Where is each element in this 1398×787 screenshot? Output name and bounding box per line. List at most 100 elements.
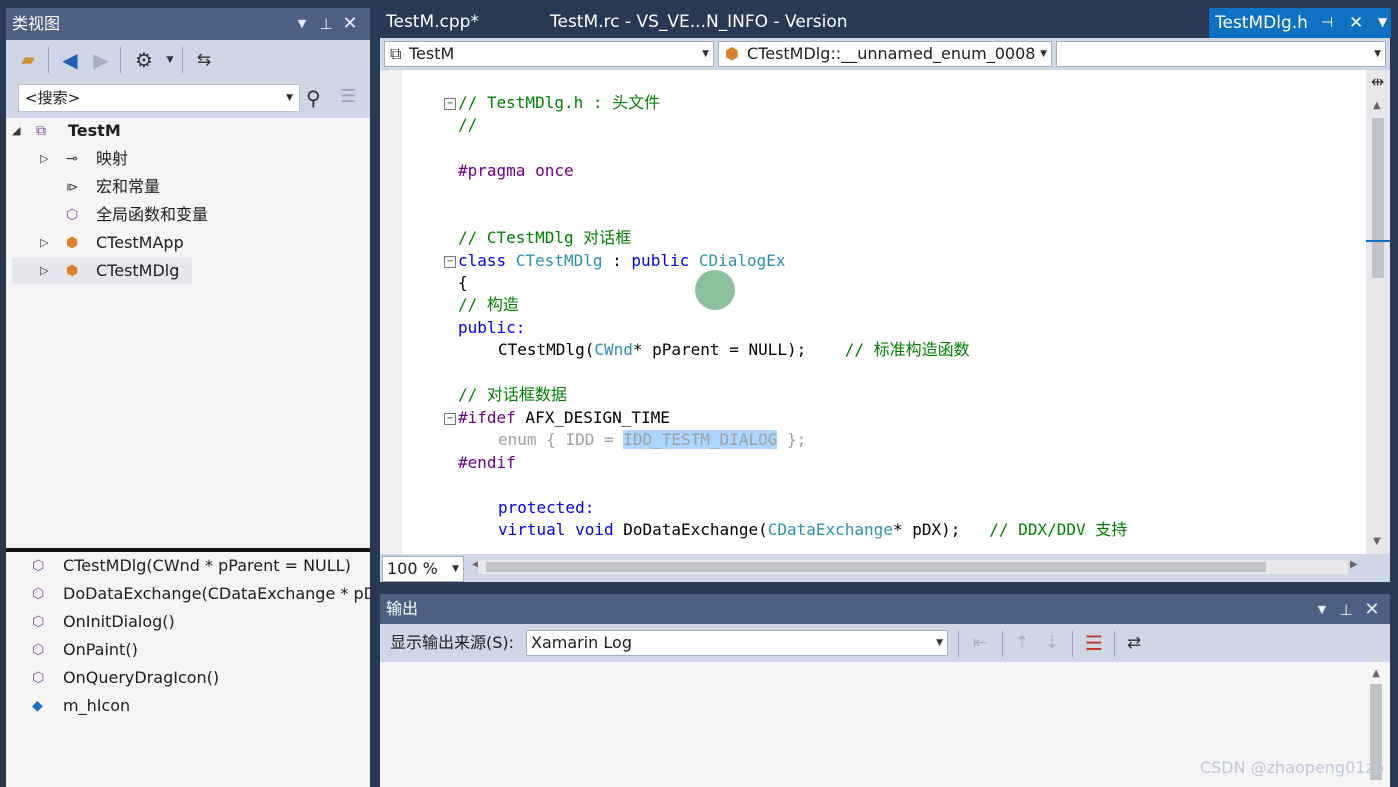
class-view-title: 类视图 xyxy=(12,14,61,33)
class-icon: ⬢ xyxy=(66,263,79,279)
pin-icon[interactable]: ⊥ xyxy=(316,8,336,40)
member-label: OnInitDialog() xyxy=(63,612,175,631)
code-line-protected: protected: xyxy=(498,498,595,517)
horizontal-scrollbar[interactable] xyxy=(478,560,1348,574)
chevron-down-icon[interactable]: ▼ xyxy=(452,557,459,581)
code-text: * pParent = NULL); xyxy=(632,340,807,359)
code-text: CTestMDlg( xyxy=(498,340,595,359)
collapsed-triangle-icon[interactable]: ▷ xyxy=(40,230,48,256)
class-view-titlebar: 类视图 ▼ ⊥ ✕ xyxy=(6,8,370,40)
class-hierarchy-icon[interactable]: ⇆ xyxy=(192,48,216,72)
editor-status-strip: 100 % ▼ ◀ ▶ xyxy=(380,554,1390,582)
collapsed-triangle-icon[interactable]: ▷ xyxy=(40,146,48,172)
active-tab-label: TestMDlg.h xyxy=(1215,13,1308,33)
chevron-down-icon[interactable]: ▼ xyxy=(702,42,709,66)
output-titlebar: 输出 ▼ ⊥ ✕ xyxy=(380,594,1390,624)
code-line-brace: { xyxy=(458,273,468,292)
member-label: m_hIcon xyxy=(63,696,131,715)
fold-toggle-icon[interactable]: − xyxy=(444,256,456,268)
chevron-down-icon[interactable]: ▼ xyxy=(936,631,943,655)
caret-position-marker xyxy=(1366,240,1390,242)
word-wrap-icon[interactable]: ⇄ xyxy=(1122,631,1146,655)
close-tab-icon[interactable]: ✕ xyxy=(1349,8,1363,38)
split-editor-icon[interactable]: ⇹ xyxy=(1371,72,1384,91)
scroll-down-icon[interactable]: ▼ xyxy=(1373,536,1381,547)
tab-testm-rc[interactable]: TestM.rc - VS_VE...N_INFO - Version xyxy=(550,6,848,38)
code-text: enum { IDD = xyxy=(498,430,624,449)
forward-icon[interactable]: ▶ xyxy=(89,48,113,72)
project-dropdown[interactable]: ⧉ TestM ▼ xyxy=(384,41,714,67)
settings-gear-icon[interactable]: ⚙ xyxy=(132,48,156,72)
scroll-up-icon[interactable]: ▲ xyxy=(1373,100,1381,111)
code-keyword: virtual void xyxy=(498,520,614,539)
search-input[interactable]: <搜索> ▼ xyxy=(18,84,300,112)
code-keyword: public xyxy=(631,251,690,270)
scroll-up-icon[interactable]: ▲ xyxy=(1372,668,1380,679)
new-folder-icon[interactable]: ▰ xyxy=(16,48,40,72)
expanded-triangle-icon[interactable]: ◢ xyxy=(12,118,20,144)
tree-item-label: CTestMApp xyxy=(96,233,184,252)
code-line-comment-data: // 对话框数据 xyxy=(458,385,567,404)
search-options-icon[interactable]: ☰ xyxy=(340,86,356,107)
clear-all-icon[interactable]: ☰ xyxy=(1082,631,1106,655)
chevron-down-icon[interactable]: ▼ xyxy=(1374,42,1381,66)
code-line-pragma: #pragma once xyxy=(458,161,574,180)
code-line-enum: enum { IDD = IDD_TESTM_DIALOG }; xyxy=(498,429,806,451)
fold-toggle-icon[interactable]: − xyxy=(444,413,456,425)
macro-icon: ⧐ xyxy=(66,180,78,194)
zoom-value: 100 % xyxy=(387,559,438,578)
scrollbar-thumb[interactable] xyxy=(486,562,1266,572)
document-tabs: TestM.cpp* TestM.rc - VS_VE...N_INFO - V… xyxy=(380,6,1398,38)
next-message-icon[interactable]: ⇣ xyxy=(1040,631,1064,655)
code-type: CTestMDlg xyxy=(515,251,603,270)
back-icon[interactable]: ◀ xyxy=(58,48,82,72)
scope-dropdown[interactable]: ⬢ CTestMDlg::__unnamed_enum_0008 ▼ xyxy=(718,41,1052,67)
vertical-scrollbar[interactable]: ⇹ ▲ ▼ xyxy=(1366,70,1390,554)
tab-testm-cpp[interactable]: TestM.cpp* xyxy=(386,6,479,38)
project-icon: ⧉ xyxy=(36,123,46,139)
tab-overflow-icon[interactable]: ▼ xyxy=(1378,6,1387,38)
key-icon: ⊸ xyxy=(66,151,78,167)
code-editor[interactable]: − // TestMDlg.h : 头文件 // #pragma once //… xyxy=(380,70,1390,554)
code-selected-text: IDD_TESTM_DIALOG xyxy=(623,430,778,449)
zoom-dropdown[interactable]: 100 % ▼ xyxy=(382,556,464,582)
tree-item-label: 宏和常量 xyxy=(96,177,161,196)
pin-icon[interactable]: ⊣ xyxy=(1321,8,1333,38)
protected-method-icon: ⬡ xyxy=(32,642,45,658)
output-title: 输出 xyxy=(386,599,419,618)
tab-testmdlg-h[interactable]: TestMDlg.h ⊣ ✕ xyxy=(1209,8,1391,38)
code-line-comment-class: // CTestMDlg 对话框 xyxy=(458,228,632,247)
scope-dropdown-value: CTestMDlg::__unnamed_enum_0008 xyxy=(747,44,1036,63)
previous-message-icon[interactable]: ⇡ xyxy=(1010,631,1034,655)
output-source-dropdown[interactable]: Xamarin Log ▼ xyxy=(526,630,948,656)
chevron-down-icon[interactable]: ▼ xyxy=(1040,42,1047,66)
scrollbar-thumb[interactable] xyxy=(1372,118,1384,278)
settings-dropdown-icon[interactable]: ▼ xyxy=(158,48,182,72)
tree-item-label: TestM xyxy=(68,121,121,140)
member-label: OnPaint() xyxy=(63,640,138,659)
close-icon[interactable]: ✕ xyxy=(340,8,360,40)
goto-message-icon[interactable]: ⇤ xyxy=(968,631,992,655)
code-line-class-decl: class CTestMDlg : public CDialogEx xyxy=(458,250,786,272)
member-label: CTestMDlg(CWnd * pParent = NULL) xyxy=(63,556,351,575)
dropdown-icon[interactable]: ▼ xyxy=(292,8,312,40)
class-view-search-bar: <搜索> ▼ ⚲ ☰ xyxy=(6,80,370,118)
pin-icon[interactable]: ⊥ xyxy=(1336,594,1356,626)
class-view-toolbar: ▰ ◀ ▶ ⚙ ▼ ⇆ xyxy=(6,40,370,80)
class-icon: ⬢ xyxy=(66,235,79,251)
collapsed-triangle-icon[interactable]: ▷ xyxy=(40,258,48,284)
editor-gutter xyxy=(380,70,402,554)
scroll-right-icon[interactable]: ▶ xyxy=(1350,559,1358,570)
code-line-1: // TestMDlg.h : 头文件 xyxy=(458,93,661,112)
search-icon[interactable]: ⚲ xyxy=(306,86,321,110)
code-keyword: class xyxy=(458,251,507,270)
tree-item-ctestmdlg[interactable]: ▷ ⬢ CTestMDlg xyxy=(12,258,192,284)
member-label: OnQueryDragIcon() xyxy=(63,668,220,687)
chevron-down-icon[interactable]: ▼ xyxy=(286,85,293,111)
code-line-endif: #endif xyxy=(458,453,516,472)
member-dropdown[interactable]: ▼ xyxy=(1056,41,1386,67)
dropdown-icon[interactable]: ▼ xyxy=(1312,594,1332,626)
watermark-text: CSDN @zhaopeng01zp xyxy=(1199,758,1384,777)
fold-toggle-icon[interactable]: − xyxy=(444,98,456,110)
close-icon[interactable]: ✕ xyxy=(1362,594,1382,626)
